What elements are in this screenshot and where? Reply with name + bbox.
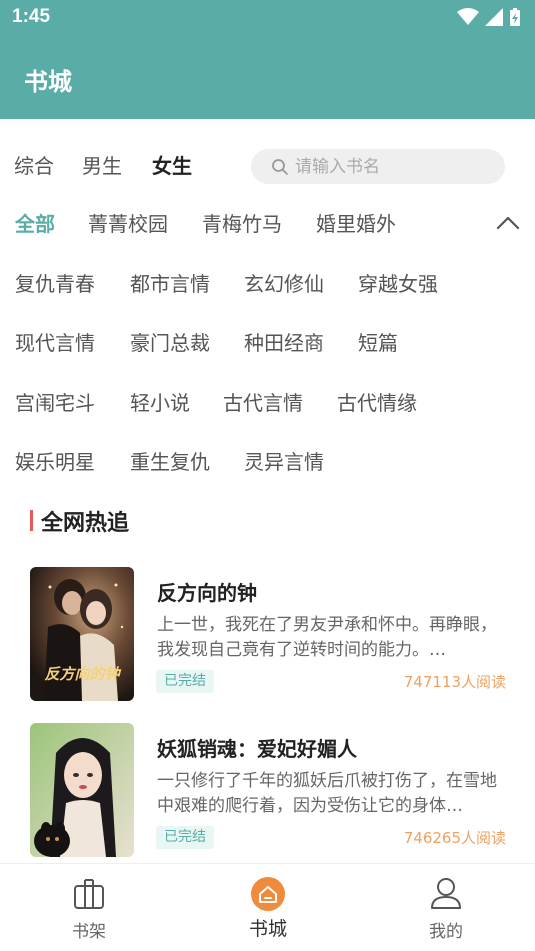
nav-bookshelf-label: 书架 (72, 922, 106, 942)
search-box[interactable] (251, 149, 505, 184)
chevron-up-icon[interactable] (495, 213, 521, 231)
status-bar: 1:45 (0, 0, 535, 36)
book-cover-art: 反方向的钟 (30, 567, 134, 701)
read-count: 746265人阅读 (403, 829, 506, 847)
active-tab-indicator (152, 30, 192, 33)
category-item[interactable]: 轻小说 (130, 387, 190, 416)
page-title: 书城 (24, 68, 72, 96)
book-cover-art (30, 723, 134, 857)
category-item[interactable]: 重生复仇 (130, 446, 210, 475)
category-all[interactable]: 全部 (15, 208, 55, 237)
wifi-icon (457, 8, 479, 25)
bottom-navigation: 书架 书城 我的 (0, 863, 535, 951)
signal-icon (485, 8, 503, 26)
status-icons (457, 7, 521, 27)
nav-bookstore-label: 书城 (248, 918, 287, 940)
status-badge: 已完结 (156, 670, 214, 693)
profile-icon (431, 878, 461, 909)
search-input[interactable] (295, 155, 495, 179)
section-title: 全网热追 (41, 511, 130, 536)
tab-female[interactable]: 女生 (152, 150, 192, 179)
book-description: 一只修行了千年的狐妖后爪被打伤了，在雪地中艰难的爬行着，因为受伤让它的身体… (157, 771, 497, 816)
category-item[interactable]: 古代言情 (223, 387, 303, 416)
category-item[interactable]: 豪门总裁 (130, 327, 210, 356)
status-time: 1:45 (12, 6, 51, 27)
nav-bookshelf[interactable]: 书架 (29, 864, 149, 951)
category-item[interactable]: 婚里婚外 (316, 208, 396, 237)
status-badge: 已完结 (156, 826, 214, 849)
category-item[interactable]: 都市言情 (130, 268, 210, 297)
category-item[interactable]: 古代情缘 (337, 387, 417, 416)
category-item[interactable]: 菁菁校园 (88, 208, 168, 237)
search-icon (272, 159, 288, 175)
category-item[interactable]: 玄幻修仙 (244, 268, 324, 297)
section-accent-bar (30, 510, 33, 531)
book-cover[interactable]: 反方向的钟 (30, 567, 134, 701)
category-item[interactable]: 娱乐明星 (15, 446, 95, 475)
category-item[interactable]: 种田经商 (244, 327, 324, 356)
category-item[interactable]: 宫闱宅斗 (15, 387, 95, 416)
app-bar: 书城 (0, 36, 535, 119)
book-item[interactable]: 妖狐销魂：爱妃好媚人 一只修行了千年的狐妖后爪被打伤了，在雪地中艰难的爬行着，因… (30, 723, 506, 859)
category-item[interactable]: 青梅竹马 (202, 208, 282, 237)
category-item[interactable]: 穿越女强 (358, 268, 438, 297)
category-item[interactable]: 现代言情 (15, 327, 95, 356)
book-title: 反方向的钟 (157, 581, 257, 605)
cover-title-text: 反方向的钟 (44, 665, 121, 683)
bookshelf-icon (74, 879, 104, 909)
read-count: 747113人阅读 (403, 673, 506, 691)
nav-bookstore[interactable]: 书城 (208, 864, 328, 951)
home-icon (251, 877, 285, 911)
category-item[interactable]: 灵异言情 (244, 446, 324, 475)
book-cover[interactable] (30, 723, 134, 857)
book-item[interactable]: 反方向的钟 反方向的钟 上一世，我死在了男友尹承和怀中。再睁眼，我发现自己竟有了… (30, 567, 506, 703)
category-item[interactable]: 短篇 (358, 327, 398, 356)
tab-male[interactable]: 男生 (82, 150, 122, 179)
category-item[interactable]: 复仇青春 (15, 268, 95, 297)
nav-profile[interactable]: 我的 (386, 864, 506, 951)
book-title: 妖狐销魂：爱妃好媚人 (157, 737, 357, 761)
tab-general[interactable]: 综合 (14, 150, 54, 179)
nav-profile-label: 我的 (429, 922, 463, 942)
battery-icon (510, 8, 520, 26)
book-description: 上一世，我死在了男友尹承和怀中。再睁眼，我发现自己竟有了逆转时间的能力。… (157, 615, 497, 660)
